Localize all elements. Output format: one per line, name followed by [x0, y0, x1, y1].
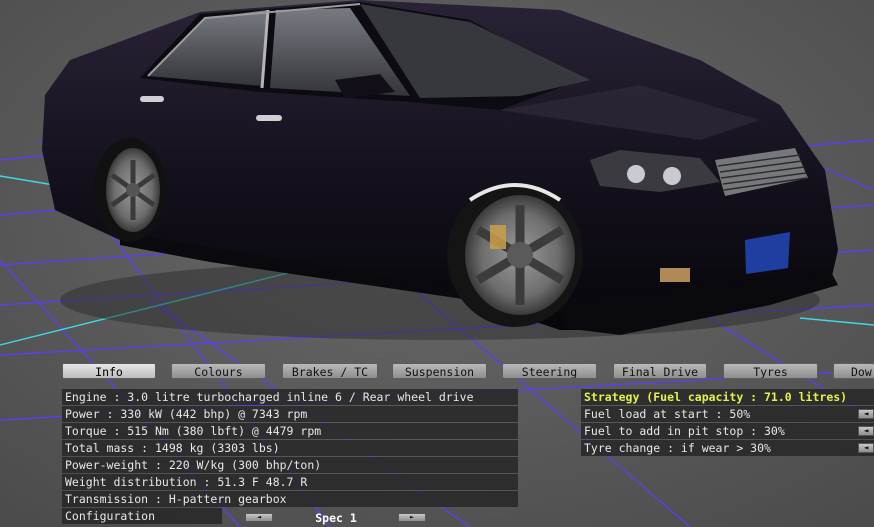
- tab-final-drive[interactable]: Final Drive: [613, 363, 707, 379]
- left-arrow-icon: ◄: [863, 443, 869, 452]
- fuel-add-decrease-button[interactable]: ◄: [858, 426, 874, 436]
- left-arrow-icon: ◄: [256, 513, 262, 521]
- left-arrow-icon: ◄: [863, 426, 869, 435]
- info-torque: Torque : 515 Nm (380 lbft) @ 4479 rpm: [62, 423, 518, 439]
- tab-tyres[interactable]: Tyres: [723, 363, 818, 379]
- left-arrow-icon: ◄: [863, 409, 869, 418]
- strategy-title: Strategy (Fuel capacity : 71.0 litres): [581, 389, 874, 405]
- info-power: Power : 330 kW (442 bhp) @ 7343 rpm: [62, 406, 518, 422]
- strategy-tyre-change: Tyre change : if wear > 30%: [581, 440, 874, 456]
- strategy-fuel-load: Fuel load at start : 50%: [581, 406, 874, 422]
- tyre-change-decrease-button[interactable]: ◄: [858, 443, 874, 453]
- tab-brakes-tc[interactable]: Brakes / TC: [282, 363, 378, 379]
- info-transmission: Transmission : H-pattern gearbox: [62, 491, 518, 507]
- right-arrow-icon: ►: [409, 513, 415, 521]
- tab-steering[interactable]: Steering: [502, 363, 597, 379]
- info-engine: Engine : 3.0 litre turbocharged inline 6…: [62, 389, 518, 405]
- configuration-value: Spec 1: [315, 511, 357, 525]
- config-prev-button[interactable]: ◄: [245, 513, 273, 522]
- config-next-button[interactable]: ►: [398, 513, 426, 522]
- tab-info[interactable]: Info: [62, 363, 156, 379]
- info-total-mass: Total mass : 1498 kg (3303 lbs): [62, 440, 518, 456]
- fuel-load-decrease-button[interactable]: ◄: [858, 409, 874, 419]
- info-power-weight: Power-weight : 220 W/kg (300 bhp/ton): [62, 457, 518, 473]
- configuration-label: Configuration: [62, 508, 222, 524]
- tab-colours[interactable]: Colours: [171, 363, 266, 379]
- strategy-fuel-add: Fuel to add in pit stop : 30%: [581, 423, 874, 439]
- tab-downforce[interactable]: Dow: [833, 363, 874, 379]
- tab-suspension[interactable]: Suspension: [392, 363, 487, 379]
- info-weight-distribution: Weight distribution : 51.3 F 48.7 R: [62, 474, 518, 490]
